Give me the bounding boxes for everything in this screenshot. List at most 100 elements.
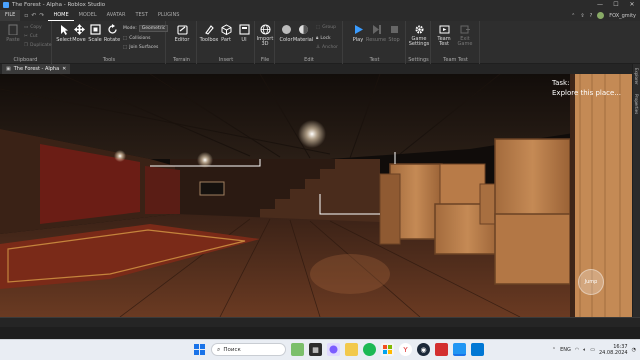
part-label: Part [221, 37, 231, 43]
mode-label: Mode: [123, 26, 137, 31]
tab-plugins[interactable]: PLUGINS [153, 10, 184, 21]
exit-game-button[interactable]: Exit Game [454, 24, 476, 47]
wifi-icon[interactable]: ◠ [575, 347, 579, 353]
color-label: Color [279, 37, 293, 43]
gear-icon [414, 24, 425, 35]
jump-button[interactable]: Jump [578, 269, 604, 295]
maximize-button[interactable]: ☐ [608, 0, 624, 10]
move-icon [73, 24, 85, 35]
browser-icon[interactable] [327, 343, 340, 356]
windows-store-icon[interactable] [381, 343, 394, 356]
explorer-panel-tab[interactable]: Explorer [634, 68, 639, 85]
redo-icon[interactable]: ↷ [39, 12, 44, 19]
tab-home[interactable]: HOME [48, 10, 74, 21]
globe-icon [259, 24, 271, 35]
help-icon[interactable]: ? [590, 13, 593, 19]
game-viewport[interactable]: Task: Explore this place... Jump [0, 74, 632, 317]
battery-icon[interactable]: ▭ [590, 347, 595, 353]
taskbar-search[interactable]: ⌕ Поиск [211, 343, 286, 356]
close-tab-icon[interactable]: ✕ [62, 64, 66, 74]
undo-icon[interactable]: ↶ [31, 12, 36, 19]
clipboard-group: Paste ▭ Copy ✂ Cut ❐ Duplicate Clipboard [0, 21, 52, 64]
material-button[interactable]: Material [292, 24, 314, 43]
rotate-icon [107, 24, 118, 35]
collapse-ribbon-icon[interactable]: ⌃ [571, 13, 575, 19]
window-bottom-edge [0, 327, 640, 339]
collapsed-panels-strip: Explorer Properties [632, 64, 640, 317]
scale-label: Scale [88, 37, 102, 43]
close-button[interactable]: ✕ [624, 0, 640, 10]
avatar[interactable] [597, 12, 605, 19]
yandex-browser-icon[interactable]: Y [399, 343, 412, 356]
language-indicator[interactable]: ENG [560, 347, 571, 353]
notifications-icon[interactable]: ◔ [632, 347, 636, 353]
save-icon[interactable]: ▫ [24, 12, 28, 19]
lock-button[interactable]: 🔒︎ Lock [316, 35, 331, 42]
terrain-editor-button[interactable]: Editor [171, 24, 193, 43]
insert-group: Toolbox Part UI Insert [198, 21, 255, 64]
game-settings-label: Game Settings [408, 36, 430, 47]
clipboard-group-label: Clipboard [13, 57, 38, 63]
exit-game-label: Exit Game [457, 36, 473, 47]
ribbon: Paste ▭ Copy ✂ Cut ❐ Duplicate Clipboard Se… [0, 21, 640, 64]
duplicate-button[interactable]: ❐ Duplicate [24, 43, 52, 48]
tray-overflow-icon[interactable]: ⌃ [552, 347, 556, 353]
collisions-toggle[interactable]: ⬚ Collisions [123, 36, 150, 41]
media-app-icon[interactable] [435, 343, 448, 356]
roblox-taskbar-icon[interactable] [471, 343, 484, 356]
clock[interactable]: 16:37 24.08.2024 [599, 344, 628, 356]
material-icon [298, 24, 309, 35]
username[interactable]: FOX_gmity [609, 13, 636, 19]
test-group: Play Resume Stop Test [344, 21, 406, 64]
group-label: Group [322, 25, 336, 30]
task-panel: Task: Explore this place... [552, 78, 621, 98]
stop-button[interactable]: Stop [383, 24, 405, 43]
copy-icon: ▭ [24, 25, 29, 30]
minimize-button[interactable]: — [592, 0, 608, 10]
ui-icon [238, 24, 250, 35]
cut-button[interactable]: ✂ Cut [24, 34, 38, 39]
start-menu-icon[interactable] [193, 343, 206, 356]
ui-button[interactable]: UI [233, 24, 255, 43]
exit-game-icon [460, 24, 471, 35]
rotate-button[interactable]: Rotate [101, 24, 123, 43]
widgets-icon[interactable] [291, 343, 304, 356]
group-button[interactable]: ⬚ Group [316, 25, 336, 30]
collisions-label: Collisions [129, 36, 151, 41]
join-surfaces-toggle[interactable]: ⬚ Join Surfaces [123, 45, 158, 50]
taskbar-search-placeholder: Поиск [223, 346, 241, 353]
insert-group-label: Insert [218, 57, 234, 63]
scene-render [0, 74, 632, 317]
terrain-editor-icon [176, 24, 188, 35]
tab-the-forest-alpha[interactable]: ▣ The Forest - Alpha ✕ [2, 64, 71, 74]
copy-button[interactable]: ▭ Copy [24, 25, 42, 30]
paste-button[interactable]: Paste [2, 24, 24, 43]
tab-test[interactable]: TEST [130, 10, 152, 21]
spotify-icon[interactable] [363, 343, 376, 356]
properties-panel-tab[interactable]: Properties [634, 94, 639, 114]
roblox-studio-taskbar-icon[interactable] [453, 343, 466, 356]
anchor-button[interactable]: ⚓︎ Anchor [316, 45, 338, 50]
anchor-label: Anchor [322, 45, 338, 50]
team-test-group-label: Team Test [443, 57, 468, 63]
window-title-bar: The Forest - Alpha - Roblox Studio — ☐ ✕ [0, 0, 640, 10]
team-test-icon [439, 24, 450, 35]
steam-icon[interactable]: ◉ [417, 343, 430, 356]
toolbox-icon [204, 24, 215, 35]
volume-icon[interactable]: 🔈︎ [583, 347, 586, 353]
share-icon[interactable]: ⇪ [580, 13, 584, 19]
game-settings-button[interactable]: Game Settings [408, 24, 430, 47]
task-view-icon[interactable]: ▦ [309, 343, 322, 356]
mode-selector[interactable]: Mode: Geometric [123, 25, 169, 32]
terrain-group: Editor Terrain [167, 21, 197, 64]
team-test-button[interactable]: Team Test [433, 24, 455, 47]
import-3d-button[interactable]: Import 3D [254, 24, 276, 47]
anchor-icon: ⚓︎ [316, 45, 321, 50]
file-explorer-icon[interactable] [345, 343, 358, 356]
scale-icon [89, 24, 101, 35]
tab-model[interactable]: MODEL [74, 10, 102, 21]
mode-dropdown[interactable]: Geometric [138, 25, 169, 32]
tab-avatar[interactable]: AVATAR [102, 10, 131, 21]
file-menu[interactable]: FILE [0, 10, 21, 21]
join-surfaces-label: Join Surfaces [129, 45, 159, 50]
